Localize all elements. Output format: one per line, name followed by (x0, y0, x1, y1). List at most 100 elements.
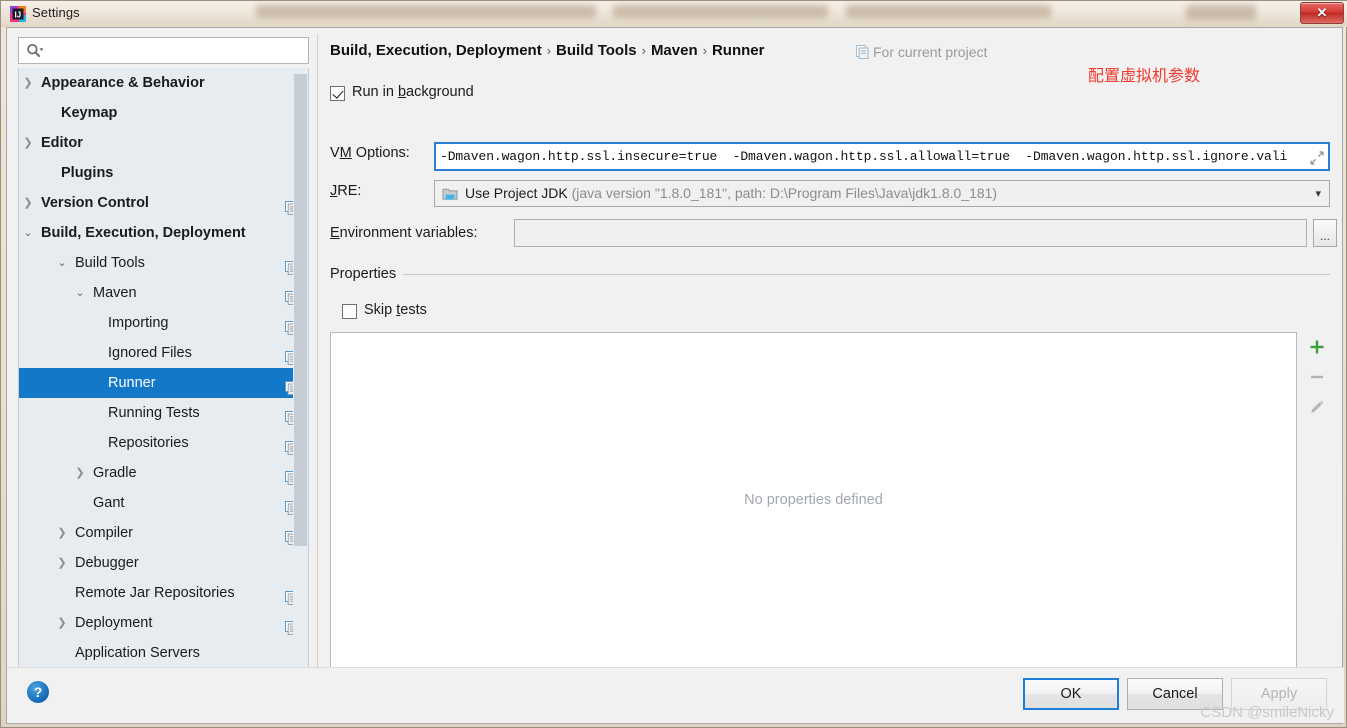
settings-window: IJ Settings ✕ ❯ Appearance & Behavior Ke… (0, 0, 1347, 728)
sidebar-item-keymap[interactable]: Keymap (19, 98, 308, 128)
watermark: CSDN @smileNicky (1200, 704, 1334, 721)
title-bar: IJ Settings ✕ (1, 1, 1347, 27)
dialog-footer: ? OK Cancel Apply CSDN @smileNicky (7, 667, 1344, 723)
project-scope-icon (856, 45, 869, 59)
breadcrumb-part: Build, Execution, Deployment (330, 42, 542, 59)
vm-options-input[interactable] (440, 144, 1296, 169)
sidebar-item-running-tests[interactable]: Running Tests (19, 398, 308, 428)
chevron-right-icon[interactable]: ❯ (73, 458, 87, 488)
sidebar-item-build-execution-deployment[interactable]: ⌄ Build, Execution, Deployment (19, 218, 308, 248)
scope-label: For current project (873, 44, 988, 60)
vm-options-field[interactable] (434, 142, 1330, 171)
run-in-background-checkbox[interactable] (330, 86, 345, 101)
breadcrumb-separator: › (546, 43, 552, 58)
breadcrumb: Build, Execution, Deployment › Build Tools… (330, 42, 764, 59)
scope-indicator: For current project (856, 44, 987, 60)
breadcrumb-separator: › (702, 43, 707, 58)
environment-variables-input[interactable] (520, 220, 1300, 246)
sidebar-item-label: Editor (41, 135, 83, 151)
sidebar-item-label: Ignored Files (108, 345, 192, 361)
sidebar-item-label: Application Servers (75, 645, 200, 661)
expand-icon[interactable] (1310, 151, 1324, 165)
chevron-right-icon[interactable]: ❯ (55, 518, 69, 548)
search-box[interactable] (18, 37, 309, 64)
skip-tests-checkbox[interactable] (342, 304, 357, 319)
window-title: Settings (32, 5, 80, 20)
chevron-right-icon[interactable]: ❯ (55, 608, 69, 638)
intellij-idea-icon: IJ (10, 6, 26, 22)
sidebar-scrollbar-thumb[interactable] (294, 74, 307, 546)
ok-button[interactable]: OK (1023, 678, 1119, 710)
sidebar-item-compiler[interactable]: ❯ Compiler (19, 518, 308, 548)
settings-content: Build, Execution, Deployment › Build Tools… (317, 34, 1337, 693)
breadcrumb-part: Maven (650, 42, 698, 59)
properties-table[interactable]: No properties defined (330, 332, 1297, 668)
sidebar-item-version-control[interactable]: ❯ Version Control (19, 188, 308, 218)
red-annotation-text: 配置虚拟机参数 (1088, 68, 1201, 85)
sidebar-item-debugger[interactable]: ❯ Debugger (19, 548, 308, 578)
search-icon (26, 43, 44, 59)
sidebar-item-label: Plugins (61, 165, 114, 181)
sidebar-item-importing[interactable]: Importing (19, 308, 308, 338)
search-input[interactable] (50, 40, 302, 61)
jre-selected-value: Use Project JDK (java version "1.8.0_181… (465, 185, 997, 201)
sidebar-item-deployment[interactable]: ❯ Deployment (19, 608, 308, 638)
chevron-down-icon[interactable]: ⌄ (21, 218, 35, 248)
help-button[interactable]: ? (27, 681, 49, 703)
sidebar-item-label: Gradle (93, 465, 137, 481)
properties-empty-text: No properties defined (744, 492, 883, 508)
vm-options-label: VM Options: (330, 145, 410, 161)
breadcrumb-part: Build Tools (556, 42, 637, 59)
sidebar-item-label: Appearance & Behavior (41, 75, 205, 91)
sidebar-item-label: Repositories (108, 435, 189, 451)
sidebar-item-build-tools[interactable]: ⌄ Build Tools (19, 248, 308, 278)
chevron-down-icon[interactable]: ⌄ (55, 248, 69, 278)
jre-value-strong: Use Project JDK (465, 185, 568, 201)
sidebar-item-application-servers[interactable]: Application Servers (19, 638, 308, 668)
chevron-right-icon[interactable]: ❯ (55, 548, 69, 578)
sidebar-item-maven[interactable]: ⌄ Maven (19, 278, 308, 308)
sidebar-item-label: Build Tools (75, 255, 145, 271)
sidebar-scrollbar-track[interactable] (293, 68, 308, 688)
chevron-right-icon[interactable]: ❯ (21, 68, 35, 98)
chevron-down-icon[interactable]: ▾ (1315, 181, 1321, 206)
sidebar-item-runner[interactable]: Runner (19, 368, 308, 398)
sidebar-item-repositories[interactable]: Repositories (19, 428, 308, 458)
sidebar-item-plugins[interactable]: Plugins (19, 158, 308, 188)
sidebar-item-ignored-files[interactable]: Ignored Files (19, 338, 308, 368)
add-property-button[interactable] (1303, 332, 1331, 362)
sidebar-item-gant[interactable]: Gant (19, 488, 308, 518)
properties-toolbar (1303, 332, 1331, 668)
sidebar-item-label: Deployment (75, 615, 153, 631)
environment-variables-browse-button[interactable]: ... (1313, 219, 1337, 247)
sidebar-item-label: Gant (93, 495, 125, 511)
run-in-background-label: Run in background (352, 84, 474, 100)
sidebar-item-label: Keymap (61, 105, 118, 121)
environment-variables-field[interactable] (514, 219, 1307, 247)
chevron-down-icon[interactable]: ⌄ (73, 278, 87, 308)
sidebar-item-label: Importing (108, 315, 169, 331)
close-button[interactable]: ✕ (1300, 2, 1344, 24)
jdk-folder-icon (442, 186, 460, 202)
sidebar-item-appearance-behavior[interactable]: ❯ Appearance & Behavior (19, 68, 308, 98)
settings-sidebar: ❯ Appearance & Behavior Keymap ❯ Editor Plugi… (13, 34, 316, 693)
sidebar-item-gradle[interactable]: ❯ Gradle (19, 458, 308, 488)
jre-label: JRE: (330, 183, 362, 199)
chevron-right-icon[interactable]: ❯ (21, 128, 35, 158)
svg-text:IJ: IJ (14, 11, 21, 20)
sidebar-item-label: Runner (108, 375, 156, 391)
breadcrumb-separator: › (641, 43, 646, 58)
settings-tree: ❯ Appearance & Behavior Keymap ❯ Editor Plugi… (18, 68, 309, 689)
sidebar-item-label: Running Tests (108, 405, 200, 421)
sidebar-item-label: Version Control (41, 195, 149, 211)
sidebar-item-editor[interactable]: ❯ Editor (19, 128, 308, 158)
sidebar-item-remote-jar-repositories[interactable]: Remote Jar Repositories (19, 578, 308, 608)
skip-tests-label: Skip tests (364, 302, 427, 318)
sidebar-item-label: Build, Execution, Deployment (41, 225, 246, 241)
remove-property-button (1303, 362, 1331, 392)
sidebar-item-label: Compiler (75, 525, 134, 541)
chevron-right-icon[interactable]: ❯ (21, 188, 35, 218)
environment-variables-label: Environment variables: (330, 225, 478, 241)
breadcrumb-part: Runner (711, 42, 765, 59)
jre-dropdown[interactable]: Use Project JDK (java version "1.8.0_181… (434, 180, 1330, 207)
